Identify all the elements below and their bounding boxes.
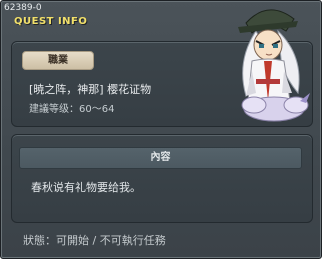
window-title: QUEST INFO: [14, 16, 88, 27]
quest-info-window: 62389-0 QUEST INFO 職業 [暁之阵，神那] 樱花证物 建議等级…: [0, 0, 322, 259]
content-header: 內容: [19, 147, 302, 169]
quest-id: 62389-0: [4, 3, 42, 13]
content-text: 春秋说有礼物要给我。: [31, 181, 141, 194]
quest-status: 狀態：可開始 / 不可執行任務: [23, 234, 166, 247]
npc-ninja-portrait-icon: [238, 9, 310, 122]
level-range: 建議等级：60～64: [29, 104, 115, 115]
quest-name: [暁之阵，神那] 樱花证物: [29, 83, 152, 96]
job-badge: 職業: [22, 51, 94, 70]
